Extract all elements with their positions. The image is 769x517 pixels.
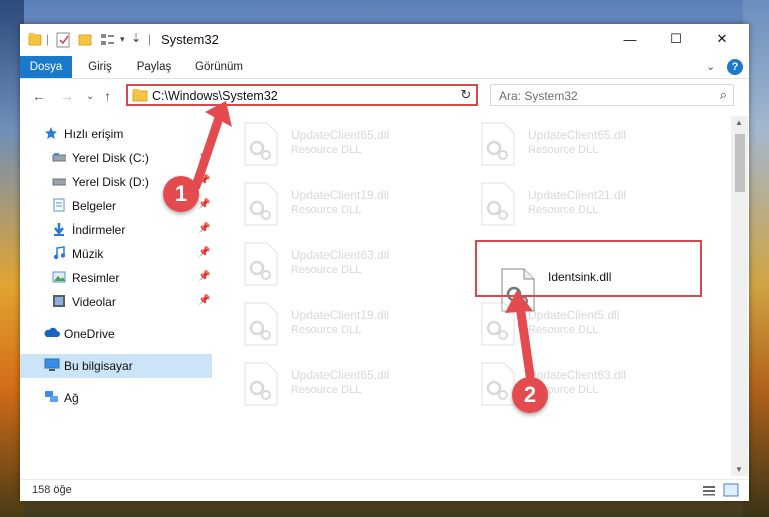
step-callout-2: 2 <box>512 377 548 413</box>
annotation-arrows <box>191 101 535 380</box>
step-callout-1: 1 <box>163 176 199 212</box>
